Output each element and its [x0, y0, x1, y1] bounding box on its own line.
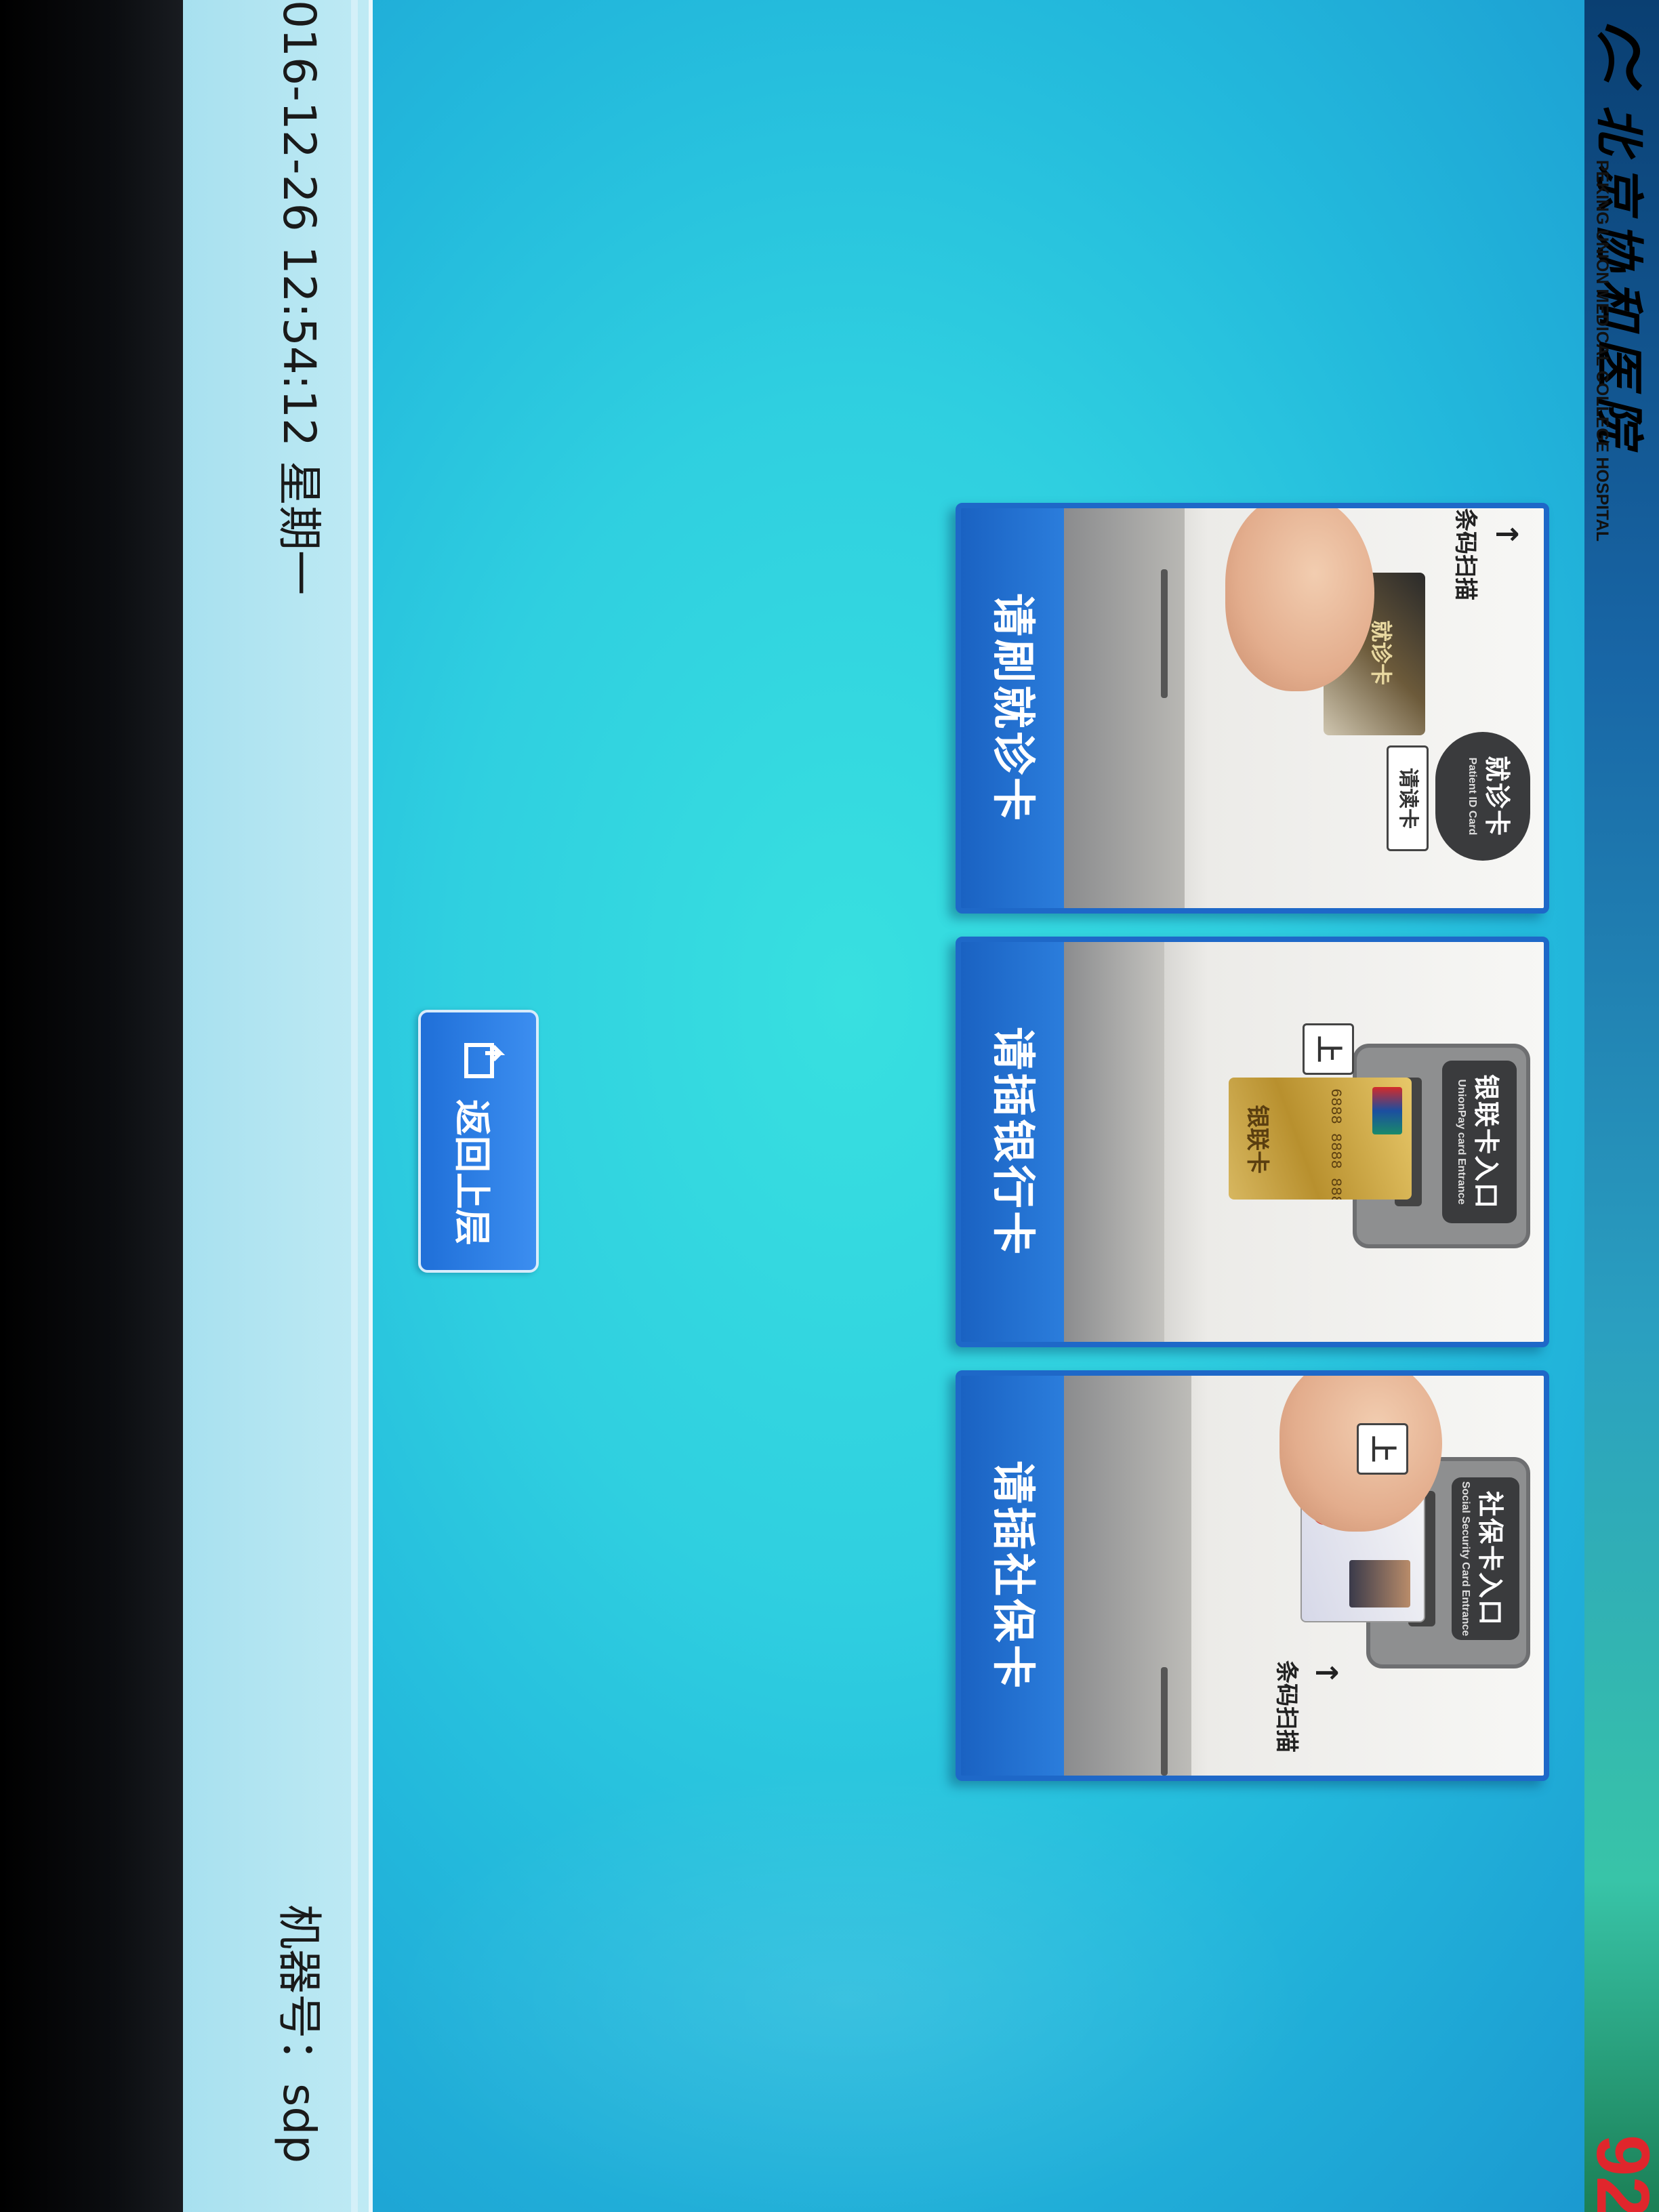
header-number: 92 — [1581, 2135, 1659, 2212]
social-security-card-option[interactable]: 社保卡入口 Social Security Card Entrance 上 ↑ … — [956, 1370, 1549, 1781]
barcode-scan-hint: 条码扫描 — [1273, 1660, 1300, 1753]
id-photo — [1349, 1560, 1410, 1607]
return-icon — [464, 1043, 506, 1078]
kiosk-panel-edge — [1064, 508, 1185, 908]
patient-card-label: 请刷就诊卡 — [987, 593, 1038, 823]
patient-card-illustration: 就诊卡 Patient ID Card 请读卡 就诊卡 ↑ 条码扫描 — [1064, 508, 1544, 908]
hospital-name-english: PEKING UNION MEDICAL COLLEGE HOSPITAL — [1593, 160, 1612, 541]
bank-card-option[interactable]: 银联卡入口 UnionPay card Entrance 6888 8888 8… — [956, 937, 1549, 1347]
swipe-slot-icon — [1161, 569, 1168, 698]
kiosk-panel-edge — [1064, 1376, 1191, 1776]
kiosk-panel-edge — [1064, 942, 1164, 1342]
hospital-header: 北京协和医院 PEKING UNION MEDICAL COLLEGE HOSP… — [1581, 0, 1659, 2212]
screen-glare — [373, 1762, 1322, 2212]
side-indicator-box: 上 — [1357, 1423, 1408, 1475]
kiosk-screen: 北京协和医院 PEKING UNION MEDICAL COLLEGE HOSP… — [183, 0, 1659, 2212]
back-button[interactable]: 返回上层 — [418, 1010, 539, 1273]
arrow-up-icon: ↑ — [1489, 522, 1523, 547]
bank-card-label: 请插银行卡 — [987, 1027, 1038, 1257]
patient-card-option[interactable]: 就诊卡 Patient ID Card 请读卡 就诊卡 ↑ 条码扫描 请刷就诊卡 — [956, 503, 1549, 914]
photo-frame: 北京协和医院 PEKING UNION MEDICAL COLLEGE HOSP… — [0, 0, 1659, 2212]
social-card-slot-sign: 社保卡入口 Social Security Card Entrance — [1452, 1477, 1519, 1640]
side-indicator-box: 上 — [1303, 1023, 1354, 1075]
swipe-box: 请读卡 — [1387, 745, 1429, 851]
social-card-illustration: 社保卡入口 Social Security Card Entrance 上 ↑ … — [1064, 1376, 1544, 1776]
unionpay-logo-icon — [1372, 1087, 1402, 1134]
unionpay-card-image: 6888 8888 8888 8888 银联卡 — [1229, 1078, 1412, 1200]
patient-card-slot-sign: 就诊卡 Patient ID Card — [1435, 732, 1530, 861]
bank-card-illustration: 银联卡入口 UnionPay card Entrance 6888 8888 8… — [1064, 942, 1544, 1342]
bank-card-slot-sign: 银联卡入口 UnionPay card Entrance — [1442, 1061, 1517, 1223]
hospital-logo-icon — [1597, 24, 1643, 91]
social-security-card-label: 请插社保卡 — [987, 1460, 1038, 1691]
barcode-scan-hint: 条码扫描 — [1452, 508, 1479, 600]
back-button-label: 返回上层 — [451, 1099, 493, 1246]
monitor-bezel — [0, 0, 190, 2212]
swipe-slot-icon — [1161, 1667, 1168, 1776]
arrow-up-icon: ↑ — [1309, 1660, 1343, 1685]
machine-number: 机器号：sdp — [273, 1904, 325, 2164]
datetime-display: 016-12-26 12:54:12 星期一 — [273, 0, 325, 595]
status-bar-highlight — [351, 0, 358, 2212]
